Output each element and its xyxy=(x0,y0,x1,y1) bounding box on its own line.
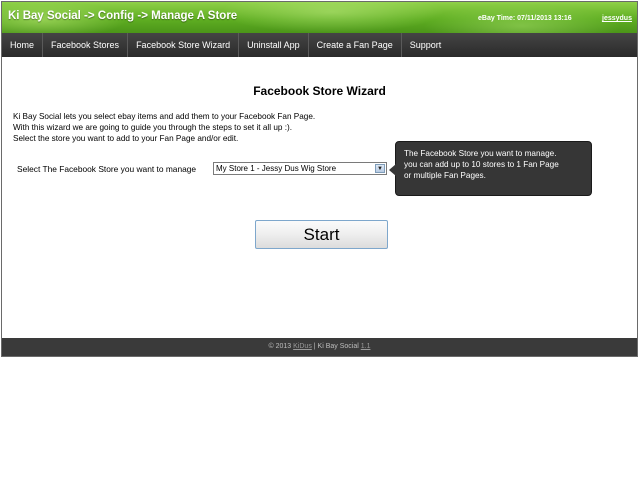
page-title: Facebook Store Wizard xyxy=(253,84,386,98)
header-bar: Ki Bay Social -> Config -> Manage A Stor… xyxy=(2,2,637,33)
app-title: Ki Bay Social -> Config -> Manage A Stor… xyxy=(8,10,238,22)
user-link[interactable]: jessydus xyxy=(602,15,632,22)
footer: © 2013 KiDus | Ki Bay Social 1.1 xyxy=(2,338,637,356)
nav-item-create-fan-page[interactable]: Create a Fan Page xyxy=(309,33,402,57)
nav-item-uninstall-app[interactable]: Uninstall App xyxy=(239,33,309,57)
tooltip-line: or multiple Fan Pages. xyxy=(404,171,486,180)
footer-version-link[interactable]: 1.1 xyxy=(361,343,371,350)
help-tooltip: The Facebook Store you want to manage. y… xyxy=(389,141,592,196)
tooltip-pointer xyxy=(389,164,396,176)
store-select-label: Select The Facebook Store you want to ma… xyxy=(17,164,197,174)
app-window: Ki Bay Social -> Config -> Manage A Stor… xyxy=(1,1,638,357)
tooltip-line: The Facebook Store you want to manage. xyxy=(404,149,557,158)
footer-company-link[interactable]: KiDus xyxy=(293,343,312,350)
store-select[interactable]: My Store 1 - Jessy Dus Wig Store ▼ xyxy=(213,162,387,175)
tooltip-line: you can add up to 10 stores to 1 Fan Pag… xyxy=(404,160,559,169)
nav-bar: Home Facebook Stores Facebook Store Wiza… xyxy=(2,33,637,57)
footer-app-name: | Ki Bay Social xyxy=(313,343,359,350)
intro-line: Select the store you want to add to your… xyxy=(13,134,239,143)
nav-item-facebook-store-wizard[interactable]: Facebook Store Wizard xyxy=(128,33,240,57)
footer-copyright: © 2013 xyxy=(268,343,292,350)
intro-line: With this wizard we are going to guide y… xyxy=(13,123,292,132)
intro-text: Ki Bay Social lets you select ebay items… xyxy=(13,111,315,144)
start-button[interactable]: Start xyxy=(255,220,388,249)
intro-line: Ki Bay Social lets you select ebay items… xyxy=(13,112,316,121)
nav-item-support[interactable]: Support xyxy=(402,33,450,57)
nav-item-facebook-stores[interactable]: Facebook Stores xyxy=(43,33,129,57)
nav-item-home[interactable]: Home xyxy=(2,33,44,57)
chevron-down-icon[interactable]: ▼ xyxy=(375,164,385,173)
ebay-time: eBay Time: 07/11/2013 13:16 xyxy=(478,15,572,22)
store-select-value: My Store 1 - Jessy Dus Wig Store xyxy=(216,164,337,173)
